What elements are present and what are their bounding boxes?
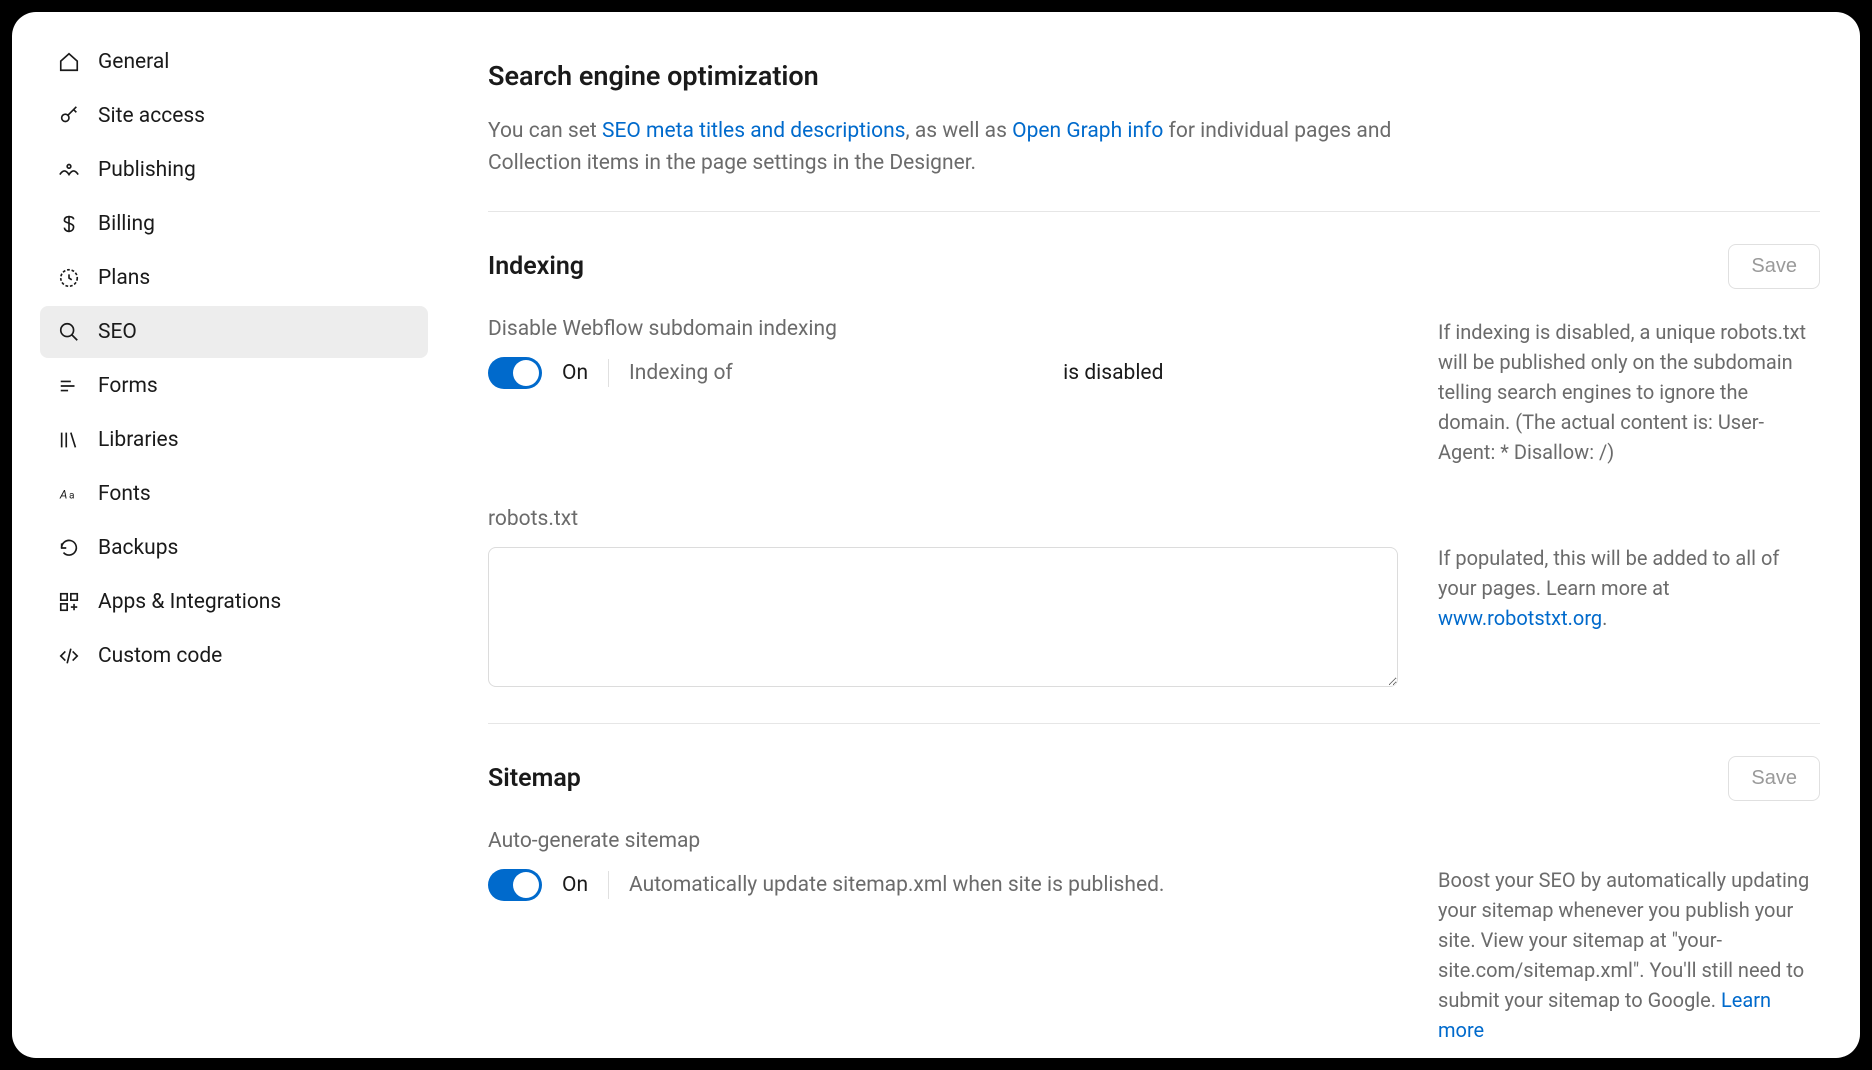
indexing-section: Indexing Save Disable Webflow subdomain … (488, 212, 1820, 723)
publish-icon (58, 159, 80, 181)
field-left: robots.txt (488, 507, 1398, 691)
robotstxt-link[interactable]: www.robotstxt.org (1438, 606, 1602, 630)
toggle-row: On Automatically update sitemap.xml when… (488, 869, 1398, 901)
key-icon (58, 105, 80, 127)
sidebar-item-label: Billing (98, 212, 155, 236)
sidebar-item-label: Plans (98, 266, 150, 290)
sidebar-item-label: General (98, 50, 169, 74)
fonts-icon: Aa (58, 483, 80, 505)
code-icon (58, 645, 80, 667)
indexing-toggle[interactable] (488, 357, 542, 389)
toggle-state: On (562, 361, 588, 385)
sidebar-item-libraries[interactable]: Libraries (40, 414, 428, 466)
indexing-help: If indexing is disabled, a unique robots… (1438, 317, 1820, 467)
intro-mid: , as well as (906, 119, 1013, 143)
seo-meta-link[interactable]: SEO meta titles and descriptions (602, 119, 906, 143)
search-icon (58, 321, 80, 343)
sidebar-item-billing[interactable]: Billing (40, 198, 428, 250)
svg-text:a: a (69, 491, 74, 502)
sidebar-item-plans[interactable]: Plans (40, 252, 428, 304)
backup-icon (58, 537, 80, 559)
robots-textarea[interactable] (488, 547, 1398, 687)
sidebar-item-label: Custom code (98, 644, 222, 668)
indexing-title: Indexing (488, 252, 584, 281)
sidebar-item-label: Forms (98, 374, 158, 398)
sitemap-help: Boost your SEO by automatically updating… (1438, 829, 1820, 1045)
apps-icon (58, 591, 80, 613)
sidebar-item-site-access[interactable]: Site access (40, 90, 428, 142)
field-left: Disable Webflow subdomain indexing On In… (488, 317, 1398, 467)
toggle-row: On Indexing of is disabled (488, 357, 1398, 389)
toggle-state: On (562, 873, 588, 897)
plans-icon (58, 267, 80, 289)
robots-field: robots.txt If populated, this will be ad… (488, 507, 1820, 691)
robots-help-pre: If populated, this will be added to all … (1438, 546, 1779, 600)
sidebar-item-label: SEO (98, 320, 137, 344)
sidebar-item-backups[interactable]: Backups (40, 522, 428, 574)
vertical-divider (608, 359, 609, 387)
disable-indexing-field: Disable Webflow subdomain indexing On In… (488, 317, 1820, 467)
sidebar-item-label: Backups (98, 536, 178, 560)
auto-sitemap-label: Auto-generate sitemap (488, 829, 1398, 853)
indexing-desc: Indexing of is disabled (629, 361, 1163, 385)
main-content: Search engine optimization You can set S… (456, 12, 1860, 1058)
desc-post: is disabled (1063, 361, 1163, 385)
robots-label: robots.txt (488, 507, 1398, 531)
sidebar-item-label: Site access (98, 104, 205, 128)
dollar-icon (58, 213, 80, 235)
sidebar-item-apps[interactable]: Apps & Integrations (40, 576, 428, 628)
intro-pre: You can set (488, 119, 602, 143)
sidebar-item-seo[interactable]: SEO (40, 306, 428, 358)
desc-pre: Indexing of (629, 361, 738, 385)
sidebar-item-label: Fonts (98, 482, 151, 506)
sidebar-item-custom-code[interactable]: Custom code (40, 630, 428, 682)
sidebar-item-label: Publishing (98, 158, 196, 182)
page-title: Search engine optimization (488, 60, 1820, 92)
svg-text:A: A (59, 488, 68, 502)
sidebar-item-forms[interactable]: Forms (40, 360, 428, 412)
sidebar-item-fonts[interactable]: Aa Fonts (40, 468, 428, 520)
settings-window: General Site access Publishing Billing P (12, 12, 1860, 1058)
sidebar-item-label: Apps & Integrations (98, 590, 281, 614)
indexing-save-button[interactable]: Save (1728, 244, 1820, 289)
home-icon (58, 51, 80, 73)
sitemap-section: Sitemap Save Auto-generate sitemap On Au… (488, 724, 1820, 1058)
disable-indexing-label: Disable Webflow subdomain indexing (488, 317, 1398, 341)
vertical-divider (608, 871, 609, 899)
open-graph-link[interactable]: Open Graph info (1012, 119, 1163, 143)
sidebar: General Site access Publishing Billing P (12, 12, 456, 1058)
forms-icon (58, 375, 80, 397)
intro-text: You can set SEO meta titles and descript… (488, 116, 1408, 179)
robots-help: If populated, this will be added to all … (1438, 507, 1820, 691)
sidebar-item-label: Libraries (98, 428, 179, 452)
sitemap-toggle[interactable] (488, 869, 542, 901)
sitemap-save-button[interactable]: Save (1728, 756, 1820, 801)
auto-sitemap-field: Auto-generate sitemap On Automatically u… (488, 829, 1820, 1045)
sitemap-desc: Automatically update sitemap.xml when si… (629, 873, 1164, 897)
section-header: Indexing Save (488, 244, 1820, 289)
sidebar-item-publishing[interactable]: Publishing (40, 144, 428, 196)
section-header: Sitemap Save (488, 756, 1820, 801)
field-left: Auto-generate sitemap On Automatically u… (488, 829, 1398, 1045)
libraries-icon (58, 429, 80, 451)
sitemap-title: Sitemap (488, 764, 581, 793)
sidebar-item-general[interactable]: General (40, 36, 428, 88)
robots-help-post: . (1602, 606, 1607, 630)
